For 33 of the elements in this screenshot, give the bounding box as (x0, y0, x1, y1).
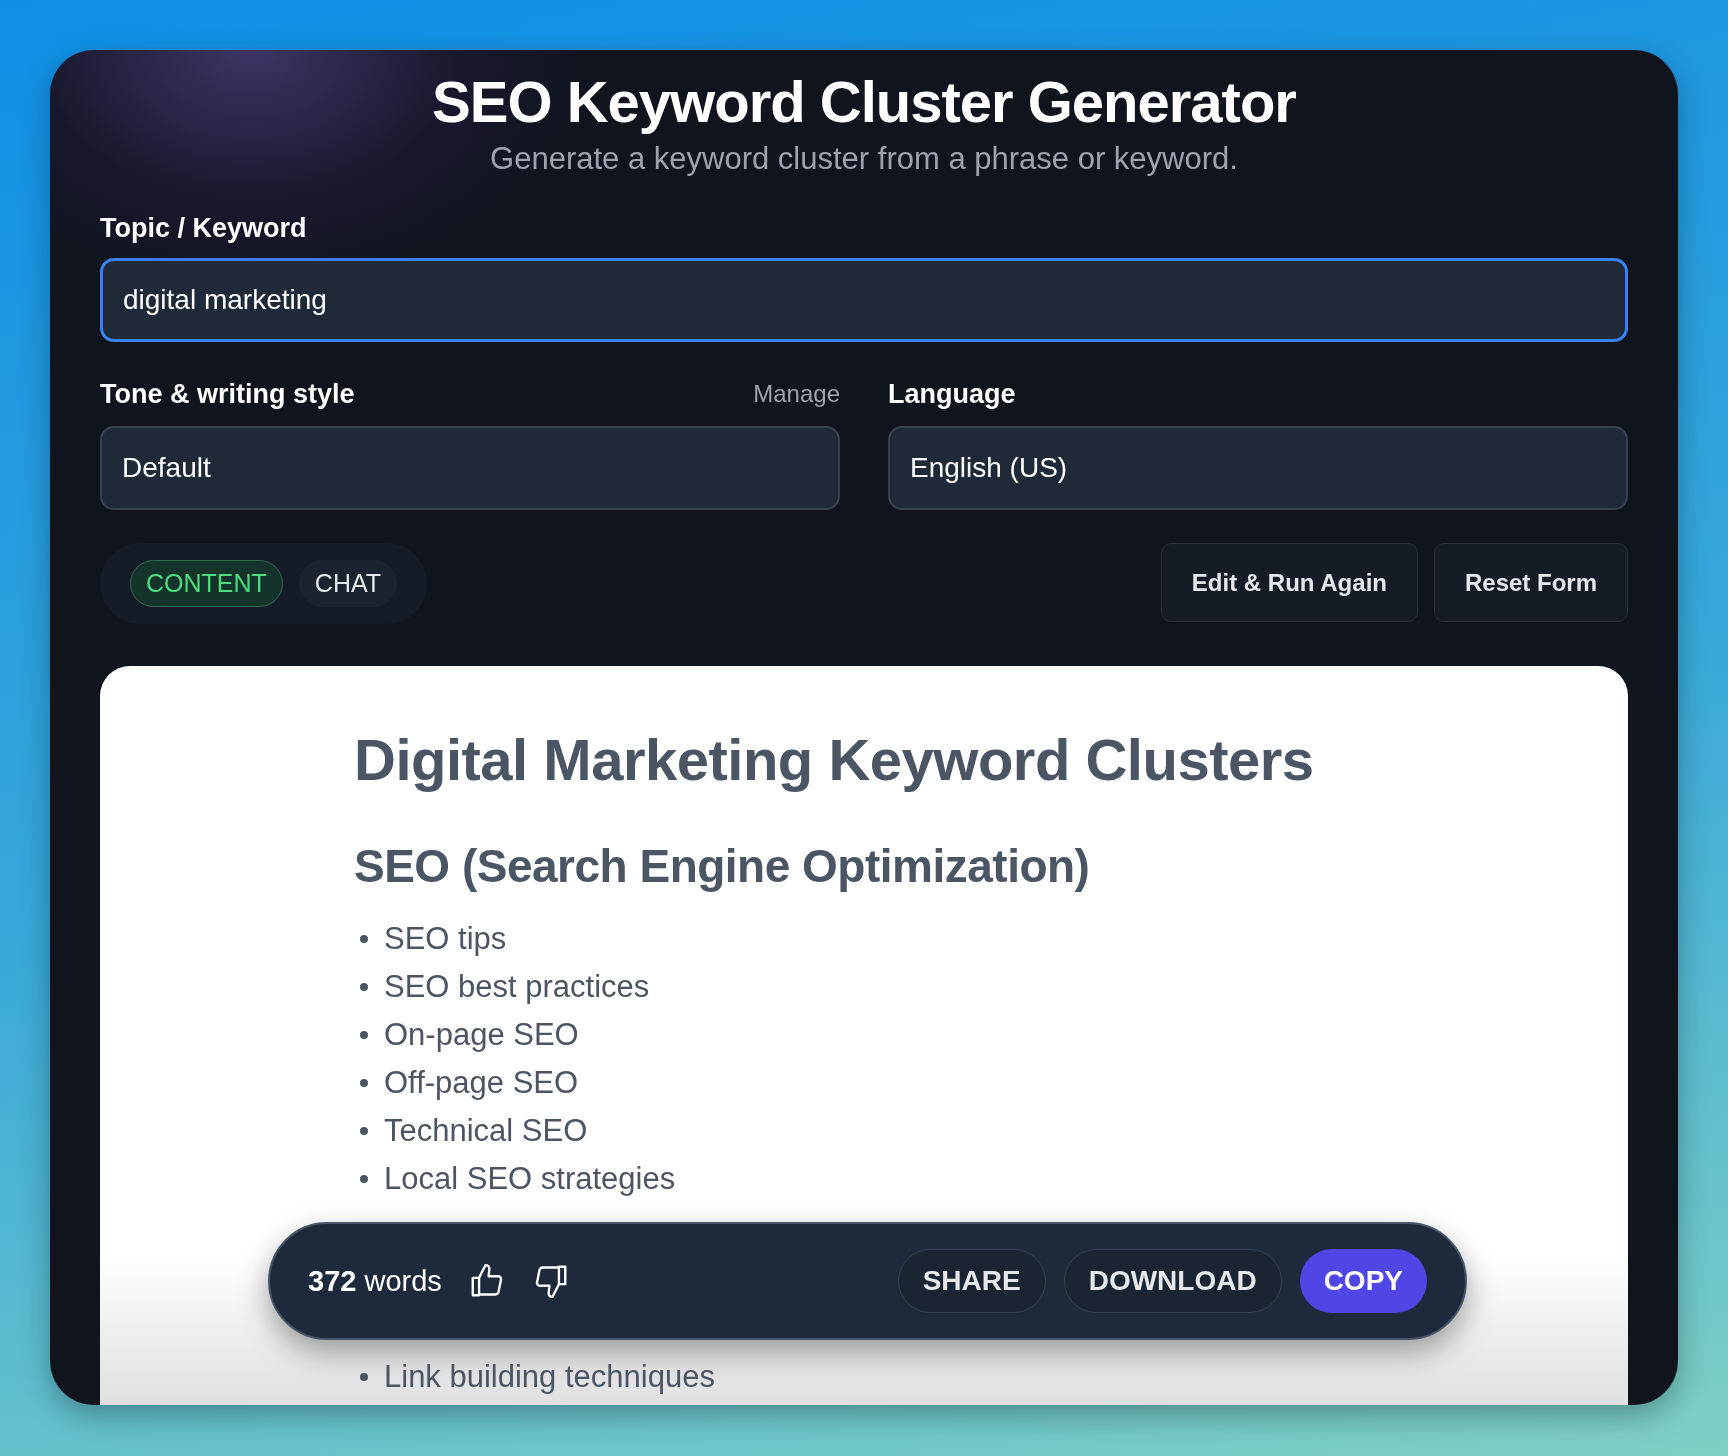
list-item: Off-page SEO (384, 1065, 579, 1101)
field-label: Tone & writing style (100, 378, 355, 410)
bullet-icon (360, 1079, 368, 1087)
language-select[interactable]: English (US) (888, 426, 1628, 510)
section-heading: SEO (Search Engine Optimization) (354, 839, 1091, 893)
mode-tab[interactable]: CHAT (298, 560, 398, 607)
bullet-icon (360, 983, 368, 991)
page-subtitle: Generate a keyword cluster from a phrase or keyword. (490, 141, 1238, 177)
manage-link[interactable]: Manage (753, 380, 840, 408)
document-title: Digital Marketing Keyword Clusters (354, 726, 1315, 793)
list-item: Technical SEO (384, 1113, 588, 1149)
bullet-icon (360, 1175, 368, 1183)
topic-field[interactable]: digital marketing (100, 258, 1628, 342)
field-label: Language (888, 378, 1016, 410)
field-label: Topic / Keyword (100, 213, 308, 244)
tone-select[interactable]: Default (100, 426, 840, 510)
list-item: SEO best practices (384, 969, 650, 1005)
word-count: 372 words (308, 1264, 442, 1298)
page-title: SEO Keyword Cluster Generator (432, 68, 1296, 135)
bullet-icon (360, 1127, 368, 1135)
toolbar-button[interactable]: COPY (1299, 1249, 1427, 1313)
toolbar-button[interactable]: DOWNLOAD (1063, 1249, 1282, 1313)
bullet-icon (360, 935, 368, 943)
list-item: On-page SEO (384, 1017, 579, 1053)
toolbar-button[interactable]: SHARE (897, 1249, 1046, 1313)
list-item: Link building techniques (384, 1359, 715, 1395)
bullet-icon (360, 1031, 368, 1039)
list-item: SEO tips (384, 921, 507, 957)
mode-tab[interactable]: CONTENT (130, 560, 283, 607)
action-button[interactable]: Reset Form (1433, 543, 1628, 622)
action-button[interactable]: Edit & Run Again (1160, 543, 1418, 622)
list-item: Local SEO strategies (384, 1161, 676, 1197)
bullet-icon (360, 1373, 368, 1381)
